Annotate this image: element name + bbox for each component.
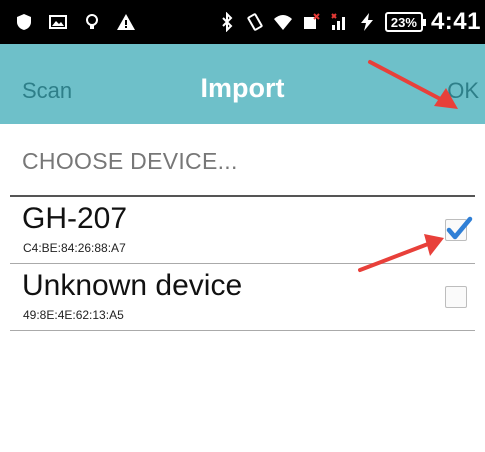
device-mac: 49:8E:4E:62:13:A5 bbox=[23, 308, 124, 322]
image-icon bbox=[49, 15, 67, 29]
action-bar: Scan Import OK bbox=[0, 44, 485, 124]
status-bar-right: 23% 4:41 bbox=[217, 0, 481, 44]
warning-icon bbox=[117, 14, 135, 30]
status-bar: 23% 4:41 bbox=[0, 0, 485, 44]
status-bar-left bbox=[14, 0, 136, 44]
device-name: Unknown device bbox=[22, 269, 243, 302]
vibrate-icon bbox=[247, 13, 263, 31]
signal-icon bbox=[331, 13, 345, 30]
row-divider bbox=[10, 330, 475, 331]
device-name: GH-207 bbox=[22, 202, 128, 235]
checkmark-icon bbox=[446, 216, 473, 240]
bluetooth-icon bbox=[222, 12, 233, 32]
device-mac: C4:BE:84:26:88:A7 bbox=[23, 241, 126, 255]
wifi-icon bbox=[273, 15, 292, 30]
list-item-device[interactable]: GH-207 C4:BE:84:26:88:A7 bbox=[0, 197, 485, 263]
ok-button[interactable]: OK bbox=[447, 44, 479, 138]
section-header: CHOOSE DEVICE... bbox=[22, 148, 238, 174]
list-item-device[interactable]: Unknown device 49:8E:4E:62:13:A5 bbox=[0, 264, 485, 330]
device-checkbox-unchecked[interactable] bbox=[445, 286, 467, 308]
device-checkbox-checked[interactable] bbox=[445, 216, 473, 241]
data-icon bbox=[303, 13, 320, 29]
shield-icon bbox=[17, 14, 31, 30]
page-title: Import bbox=[200, 73, 285, 103]
battery-indicator: 23% bbox=[384, 12, 426, 32]
lightbulb-icon bbox=[86, 14, 98, 29]
status-time: 4:41 bbox=[430, 8, 481, 35]
charging-icon bbox=[360, 13, 373, 31]
